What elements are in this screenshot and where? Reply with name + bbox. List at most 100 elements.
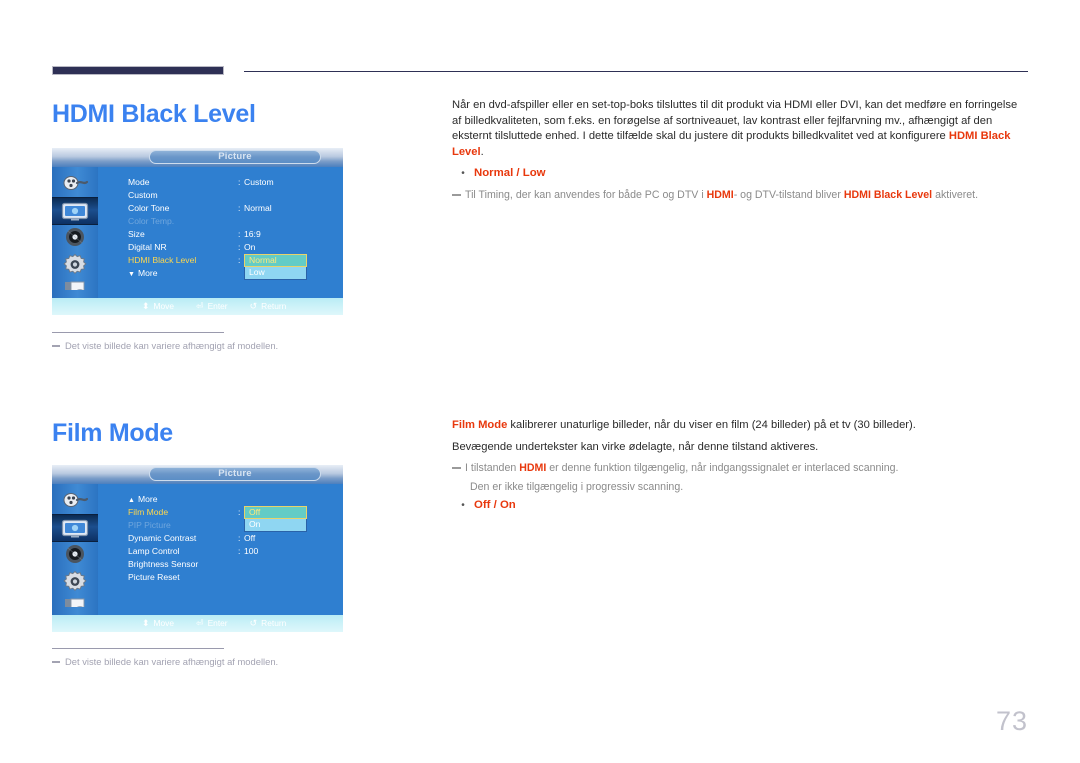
- osd-option-dropdown[interactable]: Normal Low: [244, 254, 307, 280]
- osd-menu-item-value: Custom: [244, 177, 274, 187]
- emphasis-term: HDMI Black Level: [843, 188, 933, 201]
- osd-menu-item[interactable]: Custom: [128, 189, 339, 202]
- osd-menu-item-label: Color Tone: [128, 203, 170, 213]
- osd-menu-item[interactable]: PIP Picture: [128, 519, 339, 532]
- osd-value-separator: :: [238, 203, 241, 213]
- body-text: aktiveret.: [932, 188, 979, 201]
- osd-dropdown-option[interactable]: On: [244, 519, 307, 532]
- osd-bottom-hints: ⬍ Move ⏎ Enter ↺ Return: [142, 300, 286, 313]
- body-text: .: [480, 145, 484, 158]
- picture-monitor-icon: [61, 202, 89, 221]
- osd-bottom-hints: ⬍ Move ⏎ Enter ↺ Return: [142, 617, 286, 630]
- chevron-down-icon: ▼: [128, 271, 135, 278]
- osd-sidebar-item-sound-speaker[interactable]: [55, 541, 95, 567]
- bullet-dot-icon: •: [461, 500, 465, 512]
- body-text: I tilstanden: [465, 462, 520, 475]
- osd-value-separator: :: [238, 507, 241, 517]
- move-updown-icon: ⬍: [142, 301, 150, 311]
- osd-menu-item-label: Custom: [128, 190, 158, 200]
- osd-hint-label: Return: [261, 618, 287, 628]
- osd-dropdown-option[interactable]: Low: [244, 267, 307, 280]
- caption-rule: [52, 332, 224, 333]
- osd-dropdown-option[interactable]: Off: [244, 506, 307, 519]
- option-values: Off / On: [474, 499, 516, 512]
- osd-option-dropdown[interactable]: Off On: [244, 506, 307, 532]
- osd-sidebar-item-picture-monitor[interactable]: [52, 197, 98, 225]
- header-horizontal-rule: [244, 71, 1028, 72]
- osd-menu-item-value: 16:9: [244, 229, 261, 239]
- osd-menu-item-label: Dynamic Contrast: [128, 533, 197, 543]
- osd-menu-item[interactable]: ▲ More: [128, 493, 339, 506]
- osd-hint-return: ↺ Return: [250, 300, 287, 313]
- paragraph: Film Mode kalibrerer unaturlige billeder…: [452, 418, 1028, 434]
- page-title-film-mode: Film Mode: [52, 419, 173, 447]
- body-text: Bevægende undertekster kan virke ødelagt…: [452, 440, 819, 453]
- enter-key-icon: ⏎: [196, 301, 204, 311]
- setup-gear-icon: [63, 253, 87, 276]
- osd-menu-item-label: Film Mode: [128, 507, 169, 517]
- osd-menu-item[interactable]: Brightness Sensor: [128, 558, 339, 571]
- body-text: - og DTV-tilstand bliver: [733, 188, 844, 201]
- osd-hint-label: Return: [261, 301, 287, 311]
- emphasis-term: HDMI: [519, 462, 547, 475]
- footnote-continuation: Den er ikke tilgængelig i progressiv sca…: [470, 480, 684, 493]
- footnote: Til Timing, der kan anvendes for både PC…: [452, 188, 1028, 203]
- osd-menu-list: ▲ More Film Mode: PIP Picture Dynamic Contra…: [128, 493, 339, 584]
- body-text: er denne funktion tilgængelig, når indga…: [546, 462, 899, 475]
- osd-menu-item-label: Brightness Sensor: [128, 559, 199, 569]
- option-values: Normal / Low: [474, 167, 546, 180]
- osd-menu-item[interactable]: Size:16:9: [128, 228, 339, 241]
- osd-menu-item-label: Size: [128, 229, 145, 239]
- osd-hint-return: ↺ Return: [250, 617, 287, 630]
- osd-menu-item[interactable]: Mode: Custom: [128, 176, 339, 189]
- osd-hint-move: ⬍ Move: [142, 617, 174, 630]
- page-header-rules: [52, 66, 1028, 76]
- header-tab-block: [52, 66, 224, 75]
- osd-menu-item-label: ▲ More: [128, 494, 158, 504]
- osd-value-separator: :: [238, 546, 241, 556]
- input-plug-icon: [62, 491, 88, 509]
- setup-gear-icon: [63, 570, 87, 593]
- caption-rule: [52, 648, 224, 649]
- osd-sidebar-item-input-plug[interactable]: [55, 170, 95, 196]
- osd-menu-item[interactable]: HDMI Black Level:: [128, 254, 339, 267]
- osd-menu-title: Picture: [218, 468, 252, 479]
- osd-hint-label: Enter: [207, 618, 228, 628]
- footnote: I tilstanden HDMI er denne funktion tilg…: [452, 461, 1028, 476]
- picture-monitor-icon: [61, 519, 89, 538]
- osd-menu-item[interactable]: Color Temp.: [128, 215, 339, 228]
- description-block-film-mode: Film Mode kalibrerer unaturlige billeder…: [452, 418, 1028, 520]
- caption-text: Det viste billede kan variere afhængigt …: [52, 339, 382, 352]
- osd-menu-item[interactable]: Film Mode:: [128, 506, 339, 519]
- osd-menu-item-label: Color Temp.: [128, 216, 175, 226]
- osd-hint-enter: ⏎ Enter: [196, 300, 228, 313]
- body-text: kalibrerer unaturlige billeder, når du v…: [507, 419, 916, 431]
- osd-hint-label: Move: [153, 301, 175, 311]
- move-updown-icon: ⬍: [142, 618, 150, 628]
- option-bullet: • Off / On: [452, 498, 1028, 514]
- osd-menu-item-value: Off: [244, 533, 256, 543]
- osd-menu-item-label: Mode: [128, 177, 150, 187]
- osd-value-separator: :: [238, 177, 241, 187]
- input-plug-icon: [62, 174, 88, 192]
- caption-text: Det viste billede kan variere afhængigt …: [52, 655, 382, 668]
- description-block-hdmi-black-level: Når en dvd-afspiller eller en set-top-bo…: [452, 98, 1028, 206]
- osd-menu-item[interactable]: Lamp Control:100: [128, 545, 339, 558]
- return-arrow-icon: ↺: [249, 301, 258, 311]
- osd-menu-title: Picture: [218, 151, 252, 162]
- osd-menu-item-label: Lamp Control: [128, 546, 180, 556]
- paragraph: Bevægende undertekster kan virke ødelagt…: [452, 440, 1028, 456]
- osd-dropdown-option[interactable]: Normal: [244, 254, 307, 267]
- osd-menu-item[interactable]: Picture Reset: [128, 571, 339, 584]
- osd-menu-item[interactable]: ▼ More: [128, 267, 339, 280]
- osd-sidebar-item-picture-monitor[interactable]: [52, 514, 98, 542]
- osd-sidebar-item-setup-gear[interactable]: [55, 568, 95, 594]
- bullet-dot-icon: •: [461, 168, 465, 180]
- osd-sidebar-item-input-plug[interactable]: [55, 487, 95, 513]
- osd-sidebar-item-sound-speaker[interactable]: [55, 224, 95, 250]
- osd-menu-item[interactable]: Dynamic Contrast: Off: [128, 532, 339, 545]
- osd-menu-item[interactable]: Digital NR: On: [128, 241, 339, 254]
- osd-menu-item[interactable]: Color Tone: Normal: [128, 202, 339, 215]
- osd-menu-item-label: Digital NR: [128, 242, 167, 252]
- osd-sidebar-item-setup-gear[interactable]: [55, 251, 95, 277]
